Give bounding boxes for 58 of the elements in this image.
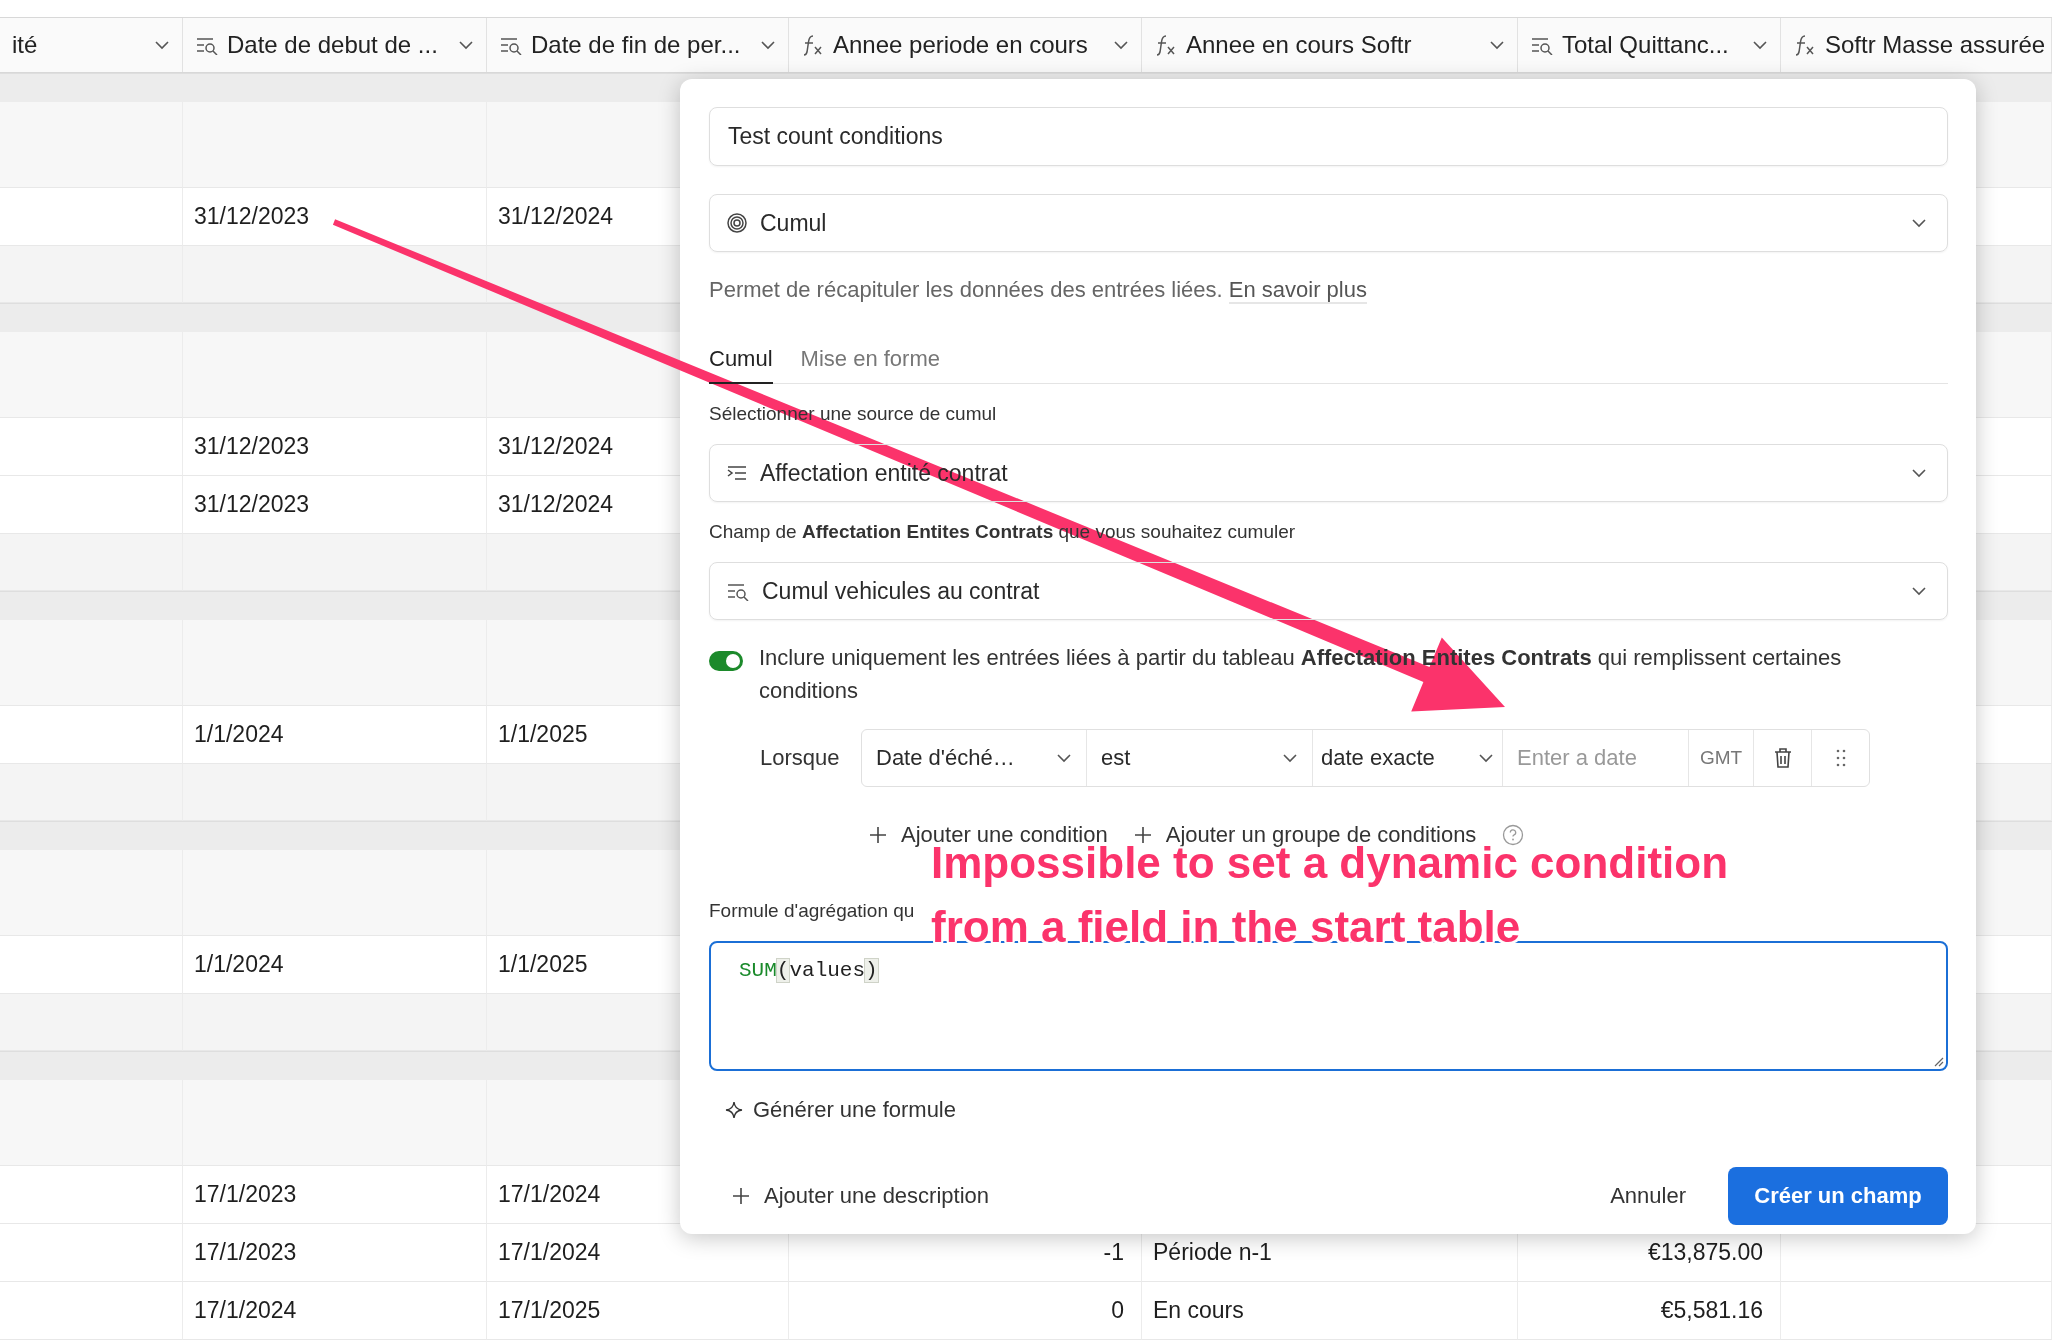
column-header[interactable]: Date de fin de per... xyxy=(487,18,789,72)
caret-icon xyxy=(1056,753,1072,763)
caret-icon xyxy=(1752,40,1768,50)
column-header[interactable]: Annee periode en cours xyxy=(789,18,1142,72)
field-select[interactable]: Cumul vehicules au contrat xyxy=(709,562,1948,620)
sparkle-icon xyxy=(725,1101,743,1119)
table-cell: 17/1/2024 xyxy=(183,1282,487,1340)
spiral-icon xyxy=(726,212,748,234)
lookup-icon xyxy=(195,35,219,55)
column-header[interactable]: ité xyxy=(0,18,183,72)
field-type-select[interactable]: Cumul xyxy=(709,194,1948,252)
date-field[interactable]: Enter a date xyxy=(1503,730,1689,786)
caret-icon xyxy=(1113,40,1129,50)
caret-icon xyxy=(1911,586,1927,596)
trash-icon xyxy=(1773,748,1792,768)
lookup-icon xyxy=(1530,35,1554,55)
field-dropdown[interactable]: Date d'éché… xyxy=(862,730,1087,786)
name-field[interactable]: Test count conditions xyxy=(709,107,1948,166)
mode-dropdown[interactable]: date exacte xyxy=(1313,730,1503,786)
lookup-icon xyxy=(726,581,750,601)
caret-icon xyxy=(1282,753,1298,763)
drag-dots-icon xyxy=(1835,749,1846,767)
tab[interactable]: Mise en forme xyxy=(800,346,940,383)
formula-editor[interactable]: SUM(values) xyxy=(709,941,1948,1071)
description-text: Permet de récapituler les données des entrées liées. En savoir plus xyxy=(709,277,1368,303)
help-icon xyxy=(1502,824,1525,846)
table-cell: 17/1/2025 xyxy=(487,1282,789,1340)
resize-grip-icon xyxy=(1932,1055,1944,1067)
caret-icon xyxy=(1911,218,1927,228)
caret-icon xyxy=(1478,753,1494,763)
caret-icon xyxy=(458,40,474,50)
field-label: Formule d'agrégation qu xyxy=(709,900,915,922)
toggle-switch[interactable] xyxy=(709,651,743,671)
create-field-button[interactable]: Créer un champ xyxy=(1728,1167,1948,1225)
table-cell: €5,581.16 xyxy=(1518,1282,1781,1340)
column-header[interactable]: Date de debut de ... xyxy=(183,18,487,72)
caret-icon xyxy=(1911,468,1927,478)
caret-icon xyxy=(154,40,170,50)
formula-icon xyxy=(1154,34,1178,56)
column-header[interactable]: Annee en cours Softr xyxy=(1142,18,1518,72)
table-cell: 0 xyxy=(789,1282,1142,1340)
table-cell: En cours xyxy=(1142,1282,1518,1340)
caret-icon xyxy=(1489,40,1505,50)
lookup-icon xyxy=(499,35,523,55)
timezone-label: GMT xyxy=(1689,730,1754,786)
operator-dropdown[interactable]: est xyxy=(1087,730,1313,786)
plus-icon xyxy=(1133,826,1152,844)
cancel-button[interactable]: Annuler xyxy=(1604,1182,1692,1210)
formula-icon xyxy=(1793,34,1817,56)
formula-icon xyxy=(801,34,825,56)
column-header[interactable]: Total Quittanc... xyxy=(1518,18,1781,72)
plus-icon xyxy=(732,1187,750,1205)
plus-icon xyxy=(869,826,887,844)
learn-more-link[interactable]: En savoir plus xyxy=(1228,277,1367,304)
indent-icon xyxy=(726,464,748,482)
caret-icon xyxy=(760,40,776,50)
generate-formula-button[interactable]: Générer une formule xyxy=(709,1097,956,1123)
column-header[interactable]: Softr Masse assurée xyxy=(1781,18,2052,72)
